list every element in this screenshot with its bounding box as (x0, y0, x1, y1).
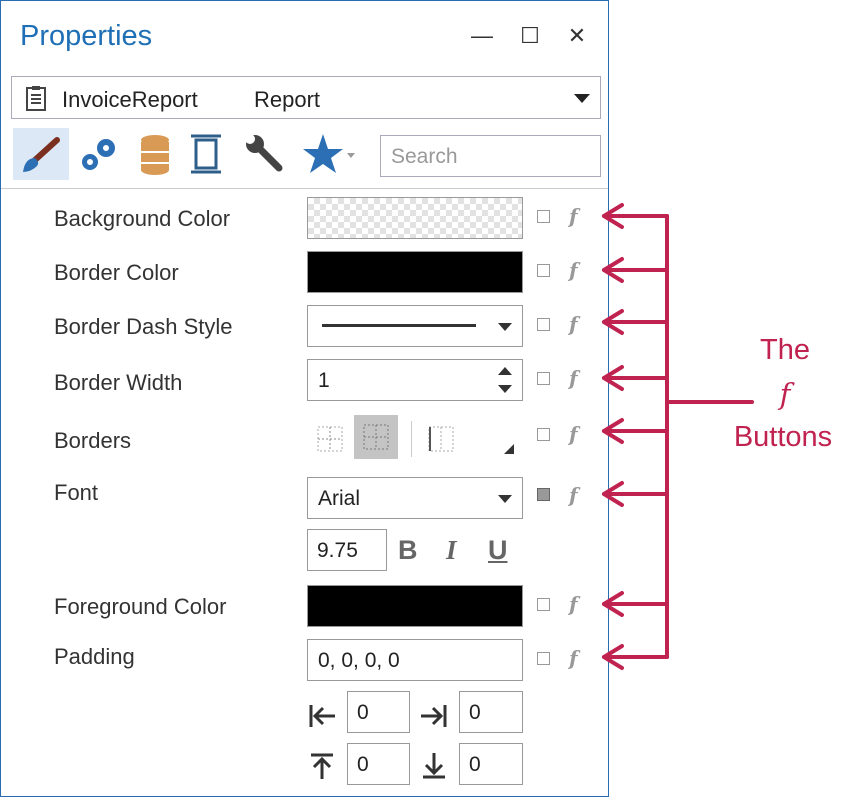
annotation-line1: The (760, 334, 810, 366)
annotation-line3: Buttons (733, 421, 833, 453)
annotation-line2: f (779, 377, 791, 411)
annotation-arrows (602, 203, 754, 670)
